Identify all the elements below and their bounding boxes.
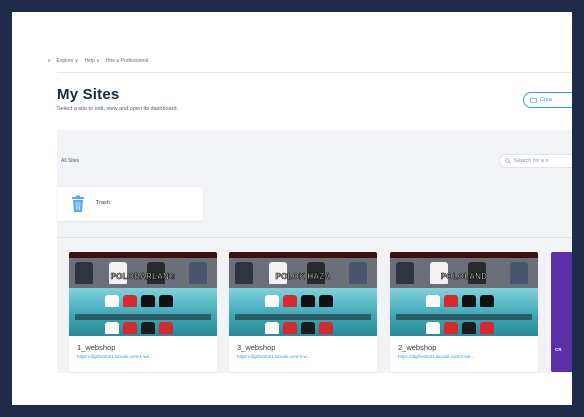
site-thumbnail[interactable]: POLOK HAZA (229, 252, 377, 336)
nav-item-explore[interactable]: Explore ∨ (57, 58, 79, 64)
section-divider (57, 237, 572, 238)
site-thumbnail[interactable]: POLOBARLANG (69, 252, 217, 336)
search-input[interactable]: Search for a s (499, 154, 572, 168)
all-sites-label: All Sites (61, 158, 80, 164)
thumbnail-brand-text: POLOBARLANG (110, 272, 176, 282)
search-placeholder: Search for a s (514, 158, 549, 164)
trash-label: Trash (96, 200, 110, 206)
site-url-link[interactable]: https://digihot2021.wixsite.com/2-we... (398, 354, 474, 359)
site-name: 3_webshop (237, 343, 276, 352)
site-card[interactable]: POLOLAND 2_webshop https://digihot2021.w… (390, 252, 538, 372)
thumbnail-brand-text: POLOK HAZA (275, 272, 331, 282)
header-divider (57, 72, 572, 73)
page-title: My Sites (57, 86, 120, 103)
trash-icon (72, 195, 84, 212)
nav-item-partial[interactable]: s (48, 58, 51, 64)
site-card[interactable]: POLOK HAZA 3_webshop https://digihot2021… (229, 252, 377, 372)
thumbnail-brand-text: POLOLAND (440, 272, 488, 282)
search-icon (505, 158, 511, 164)
top-navigation: s Explore ∨ Help ∨ Hire a Professional (48, 58, 148, 64)
site-card[interactable]: POLOBARLANG 1_webshop https://digihot202… (69, 252, 217, 372)
folder-plus-icon (530, 97, 537, 103)
promo-card[interactable]: CR (551, 252, 572, 372)
create-new-site-button[interactable]: Crea (523, 92, 572, 108)
trash-folder-card[interactable]: Trash (57, 187, 203, 221)
nav-item-help[interactable]: Help ∨ (85, 58, 100, 64)
site-name: 1_webshop (77, 343, 116, 352)
site-url-link[interactable]: https://digihot2021.wixsite.com/1-we... (77, 354, 153, 359)
site-name: 2_webshop (398, 343, 437, 352)
browser-viewport: s Explore ∨ Help ∨ Hire a Professional M… (12, 12, 572, 405)
site-thumbnail[interactable]: POLOLAND (390, 252, 538, 336)
sites-dashboard: All Sites Search for a s Trash POLOBARLA… (57, 130, 572, 373)
page-subtitle: Select a site to edit, view and open its… (57, 106, 179, 112)
create-button-label: Crea (540, 97, 552, 103)
site-url-link[interactable]: https://digihot2021.wixsite.com/3-w... (237, 354, 310, 359)
nav-item-hire-professional[interactable]: Hire a Professional (106, 58, 148, 64)
promo-card-text: CR (555, 347, 562, 352)
